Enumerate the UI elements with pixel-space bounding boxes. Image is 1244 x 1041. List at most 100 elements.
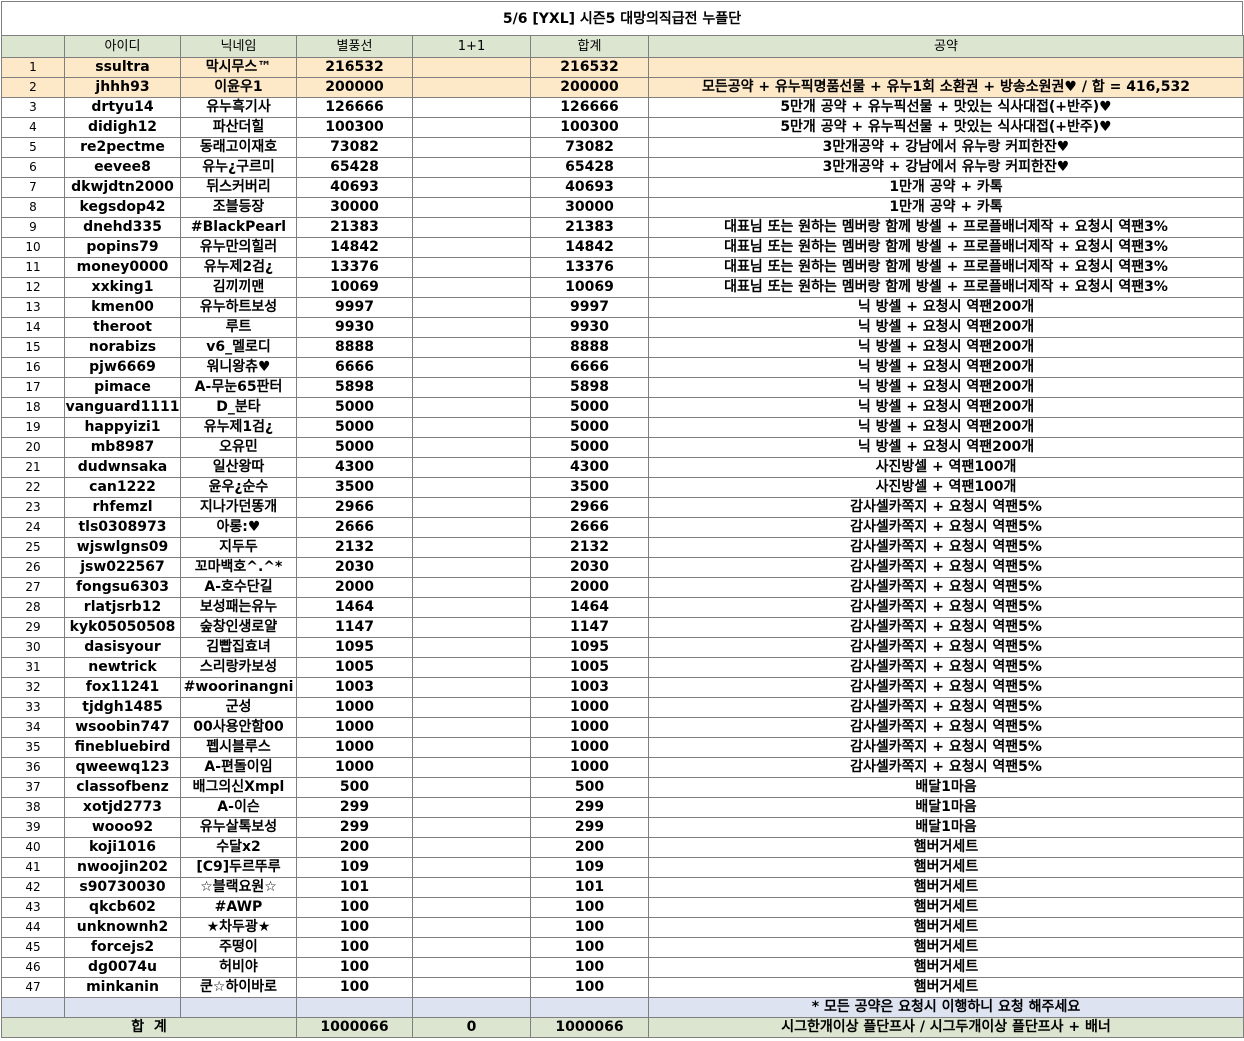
table-row: 30 dasisyour 김빱집효녀 1095 1095 감사셀카쪽지 + 요청시 역팬5… [1,637,1244,658]
row-nickname: 허비야 [180,957,297,978]
row-stars: 1147 [296,617,413,638]
row-total: 1000 [530,757,649,778]
row-total: 8888 [530,337,649,358]
row-total: 100 [530,957,649,978]
row-number: 1 [1,57,65,78]
row-stars: 73082 [296,137,413,158]
row-pledge: 배달1마음 [648,817,1244,838]
row-number: 9 [1,217,65,238]
row-total: 299 [530,817,649,838]
row-total: 1000 [530,697,649,718]
row-total: 10069 [530,277,649,298]
row-plus [412,277,531,298]
table-row: 37 classofbenz 배그의신Xmpl 500 500 배달1마음 [1,777,1244,798]
row-plus [412,777,531,798]
table-row: 22 can1222 윤우¿순수 3500 3500 사진방셀 + 역팬100개 [1,477,1244,498]
row-stars: 100 [296,897,413,918]
row-pledge: 감사셀카쪽지 + 요청시 역팬5% [648,677,1244,698]
row-number: 5 [1,137,65,158]
total-stars: 1000066 [296,1017,413,1038]
row-total: 200000 [530,77,649,98]
row-number: 13 [1,297,65,318]
row-plus [412,197,531,218]
row-plus [412,957,531,978]
row-plus [412,677,531,698]
row-plus [412,437,531,458]
row-total: 6666 [530,357,649,378]
table-row: 47 minkanin 쿤☆하이바로 100 100 햄버거세트 [1,977,1244,998]
note-empty-cell [180,997,297,1018]
row-total: 73082 [530,137,649,158]
row-plus [412,377,531,398]
note-empty-cell [64,997,181,1018]
row-nickname: 스리랑카보성 [180,657,297,678]
row-id: money0000 [64,257,181,278]
row-id: jhhh93 [64,77,181,98]
row-number: 8 [1,197,65,218]
row-pledge: 감사셀카쪽지 + 요청시 역팬5% [648,637,1244,658]
row-stars: 2666 [296,517,413,538]
row-pledge: 햄버거세트 [648,837,1244,858]
row-number: 22 [1,477,65,498]
row-plus [412,157,531,178]
row-total: 500 [530,777,649,798]
row-stars: 2000 [296,577,413,598]
table-row: 5 re2pectme 동래고이재호 73082 73082 3만개공약 + 강남에서 유… [1,137,1244,158]
row-id: fongsu6303 [64,577,181,598]
row-number: 37 [1,777,65,798]
row-pledge: 감사셀카쪽지 + 요청시 역팬5% [648,757,1244,778]
row-id: norabizs [64,337,181,358]
row-plus [412,337,531,358]
table-row: 6 eevee8 유누¿구르미 65428 65428 3만개공약 + 강남에서 유누랑 … [1,157,1244,178]
note-empty-cell [530,997,649,1018]
row-stars: 100 [296,977,413,998]
table-row: 16 pjw6669 워니왕츄♥ 6666 6666 닉 방셀 + 요청시 역팬200개 [1,357,1244,378]
row-nickname: 막시무스™ [180,57,297,78]
row-plus [412,497,531,518]
table-row: 19 happyizi1 유누제1검¿ 5000 5000 닉 방셀 + 요청시 역팬20… [1,417,1244,438]
row-stars: 299 [296,817,413,838]
total-row: 합 계 1000066 0 1000066 시그한개이상 플단프사 / 시그두개… [1,1017,1244,1038]
row-stars: 40693 [296,177,413,198]
row-stars: 5000 [296,417,413,438]
row-number: 28 [1,597,65,618]
row-nickname: 파산더힐 [180,117,297,138]
table-row: 3 drtyu14 유누흑기사 126666 126666 5만개 공약 + 유누픽선물 … [1,97,1244,118]
row-stars: 1003 [296,677,413,698]
row-pledge: 닉 방셀 + 요청시 역팬200개 [648,417,1244,438]
row-plus [412,417,531,438]
row-number: 39 [1,817,65,838]
row-nickname: #woorinangni [180,677,297,698]
table-row: 1 ssultra 막시무스™ 216532 216532 [1,57,1244,78]
row-total: 5000 [530,417,649,438]
row-pledge: 사진방셀 + 역팬100개 [648,457,1244,478]
table-row: 14 theroot 루트 9930 9930 닉 방셀 + 요청시 역팬200개 [1,317,1244,338]
row-total: 126666 [530,97,649,118]
row-pledge: 1만개 공약 + 카톡 [648,177,1244,198]
row-pledge: 대표님 또는 원하는 멤버랑 함께 방셀 + 프로플배너제작 + 요청시 역팬3… [648,257,1244,278]
table-row: 4 didigh12 파산더힐 100300 100300 5만개 공약 + 유누픽선물 … [1,117,1244,138]
row-id: unknownh2 [64,917,181,938]
header-stars: 별풍선 [296,35,413,58]
row-plus [412,77,531,98]
row-pledge: 감사셀카쪽지 + 요청시 역팬5% [648,597,1244,618]
row-stars: 109 [296,857,413,878]
row-pledge: 5만개 공약 + 유누픽선물 + 맛있는 식사대접(+반주)♥ [648,97,1244,118]
table-row: 40 koji1016 수달x2 200 200 햄버거세트 [1,837,1244,858]
row-number: 44 [1,917,65,938]
row-pledge: 감사셀카쪽지 + 요청시 역팬5% [648,737,1244,758]
row-id: dg0074u [64,957,181,978]
row-total: 1464 [530,597,649,618]
row-nickname: 루트 [180,317,297,338]
row-plus [412,877,531,898]
row-total: 1000 [530,717,649,738]
row-total: 3500 [530,477,649,498]
note-empty-cell [296,997,413,1018]
row-stars: 8888 [296,337,413,358]
row-number: 29 [1,617,65,638]
row-id: koji1016 [64,837,181,858]
row-total: 1147 [530,617,649,638]
row-id: s90730030 [64,877,181,898]
row-pledge: 닉 방셀 + 요청시 역팬200개 [648,337,1244,358]
row-total: 2030 [530,557,649,578]
